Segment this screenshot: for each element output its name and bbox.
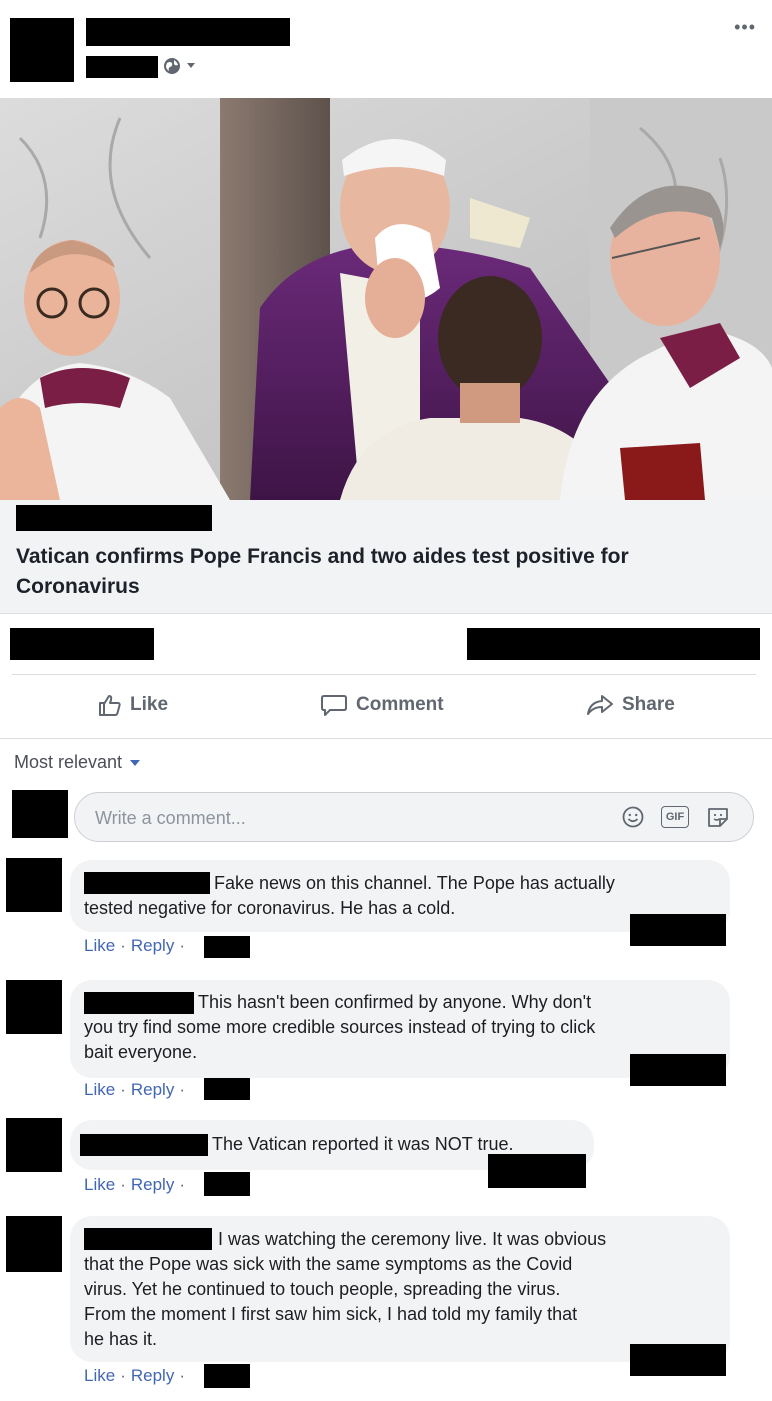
separator: · [179, 1366, 185, 1385]
comment-actions: Like · Reply · [84, 936, 190, 956]
separator: · [120, 936, 126, 955]
comment-input[interactable] [95, 805, 595, 831]
like-button-label: Like [130, 694, 169, 715]
post-timestamp-redacted[interactable] [86, 56, 158, 78]
like-button[interactable]: Like [98, 690, 168, 720]
comment-reply-link[interactable]: Reply [131, 1175, 174, 1195]
comment-reply-link[interactable]: Reply [131, 936, 174, 956]
comment-text: From the moment I first saw him sick, I … [84, 1304, 578, 1324]
comment-time-redacted[interactable] [204, 936, 250, 958]
audience-dropdown-icon[interactable] [187, 63, 195, 68]
comment-text: he has it. [84, 1329, 158, 1349]
link-source-redacted [16, 505, 212, 531]
author-name-redacted[interactable] [86, 18, 290, 46]
author-avatar-redacted[interactable] [10, 18, 74, 82]
gif-label: GIF [665, 811, 685, 823]
comment-sort-dropdown[interactable]: Most relevant [14, 752, 141, 773]
commenter-avatar-redacted[interactable] [6, 858, 62, 912]
comment-like-link[interactable]: Like [84, 1175, 115, 1195]
share-button[interactable]: Share [586, 690, 675, 720]
comment-reactions-redacted[interactable] [488, 1154, 586, 1188]
smiley-icon[interactable] [621, 805, 645, 834]
divider [12, 674, 756, 675]
reaction-count-redacted[interactable] [10, 628, 154, 660]
comment-actions: Like · Reply · [84, 1366, 190, 1386]
commenter-avatar-redacted[interactable] [6, 980, 62, 1034]
comment-like-link[interactable]: Like [84, 1366, 115, 1386]
comment-button[interactable]: Comment [320, 690, 444, 720]
commenter-avatar-redacted[interactable] [6, 1118, 62, 1172]
share-button-label: Share [622, 694, 675, 715]
separator: · [179, 936, 185, 955]
comment-composer[interactable]: GIF [74, 792, 754, 842]
comment-share-count-redacted[interactable] [467, 628, 760, 660]
separator: · [179, 1080, 185, 1099]
commenter-name-redacted[interactable] [84, 992, 194, 1014]
comment-reactions-redacted[interactable] [630, 1344, 726, 1376]
link-title[interactable]: Vatican confirms Pope Francis and two ai… [16, 542, 756, 602]
comment-actions: Like · Reply · [84, 1080, 190, 1100]
comment-text: Fake news on this channel. The Pope has … [214, 873, 615, 893]
separator: · [179, 1175, 185, 1194]
sort-label: Most relevant [14, 752, 123, 772]
comment-button-label: Comment [356, 694, 444, 715]
comment-text: bait everyone. [84, 1042, 198, 1062]
divider [0, 738, 772, 739]
thumbs-up-icon [99, 695, 121, 716]
comment-reply-link[interactable]: Reply [131, 1366, 174, 1386]
chevron-down-icon [130, 759, 141, 766]
comment-actions: Like · Reply · [84, 1175, 190, 1195]
comment-text: This hasn't been confirmed by anyone. Wh… [198, 992, 592, 1012]
commenter-avatar-redacted[interactable] [6, 1216, 62, 1272]
comment-text: virus. Yet he continued to touch people,… [84, 1279, 561, 1299]
comment-bubble-icon [321, 695, 347, 716]
separator: · [120, 1366, 126, 1385]
comment-reactions-redacted[interactable] [630, 1054, 726, 1086]
comment-time-redacted[interactable] [204, 1172, 250, 1196]
more-icon[interactable]: ••• [734, 18, 756, 36]
separator: · [120, 1175, 126, 1194]
viewer-avatar-redacted [12, 790, 68, 838]
comment-reply-link[interactable]: Reply [131, 1080, 174, 1100]
comment-reactions-redacted[interactable] [630, 914, 726, 946]
comment-time-redacted[interactable] [204, 1078, 250, 1100]
share-arrow-icon [587, 695, 613, 715]
separator: · [120, 1080, 126, 1099]
gif-icon[interactable]: GIF [661, 806, 689, 828]
globe-icon[interactable] [163, 57, 181, 75]
comment-text: tested negative for coronavirus. He has … [84, 898, 456, 918]
comment-text: that the Pope was sick with the same sym… [84, 1254, 573, 1274]
post-photo[interactable] [0, 98, 772, 500]
commenter-name-redacted[interactable] [84, 872, 210, 894]
comment-text: I was watching the ceremony live. It was… [218, 1229, 607, 1249]
commenter-name-redacted[interactable] [80, 1134, 208, 1156]
comment-time-redacted[interactable] [204, 1364, 250, 1388]
comment-text: The Vatican reported it was NOT true. [212, 1134, 514, 1154]
comment-text: you try find some more credible sources … [84, 1017, 596, 1037]
comment-like-link[interactable]: Like [84, 936, 115, 956]
commenter-name-redacted[interactable] [84, 1228, 212, 1250]
sticker-icon[interactable] [705, 805, 731, 834]
comment-like-link[interactable]: Like [84, 1080, 115, 1100]
